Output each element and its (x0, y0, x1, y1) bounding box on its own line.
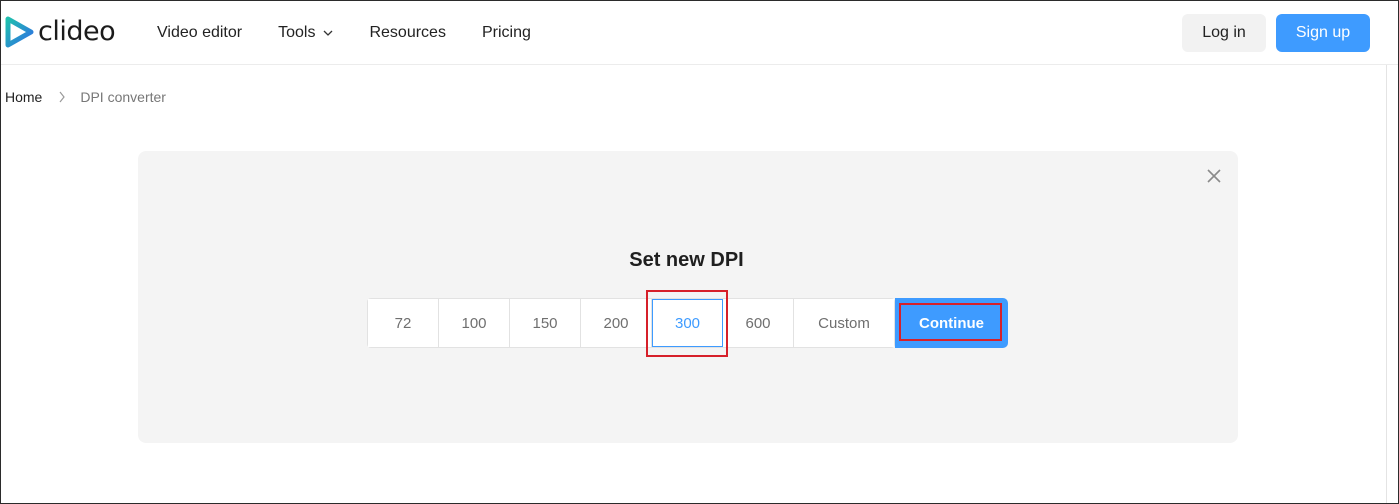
chevron-right-icon (58, 91, 66, 103)
nav-resources-label: Resources (369, 24, 446, 41)
clideo-logo-icon (5, 16, 34, 48)
breadcrumb-current: DPI converter (80, 89, 166, 105)
main-nav: Video editor Tools Resources Pricing (157, 1, 567, 65)
dpi-panel: Set new DPI 72 100 150 200 300 600 Custo… (138, 151, 1238, 443)
login-button[interactable]: Log in (1182, 14, 1266, 52)
close-icon[interactable] (1206, 168, 1222, 184)
dpi-option-100[interactable]: 100 (439, 299, 510, 347)
panel-title: Set new DPI (629, 249, 744, 271)
chevron-down-icon (324, 30, 333, 36)
dpi-option-custom[interactable]: Custom (794, 299, 894, 347)
continue-button[interactable]: Continue (895, 298, 1008, 348)
breadcrumb-home-link[interactable]: Home (5, 89, 42, 105)
signup-button[interactable]: Sign up (1276, 14, 1370, 52)
page-scrollbar[interactable] (1386, 65, 1398, 503)
dpi-option-300[interactable]: 300 (652, 299, 723, 347)
nav-pricing[interactable]: Pricing (482, 24, 531, 42)
dpi-option-600[interactable]: 600 (723, 299, 794, 347)
nav-tools[interactable]: Tools (278, 24, 333, 42)
dpi-option-200[interactable]: 200 (581, 299, 652, 347)
site-header: clideo Video editor Tools Resources Pric… (1, 1, 1398, 65)
dpi-option-150[interactable]: 150 (510, 299, 581, 347)
nav-pricing-label: Pricing (481, 24, 531, 41)
dpi-options: 72 100 150 200 300 600 Custom (367, 298, 895, 348)
nav-resources[interactable]: Resources (369, 24, 445, 42)
breadcrumb: Home DPI converter (5, 89, 166, 105)
nav-tools-label: Tools (278, 24, 316, 41)
nav-video-editor-label: Video editor (157, 24, 243, 41)
dpi-option-72[interactable]: 72 (368, 299, 439, 347)
nav-video-editor[interactable]: Video editor (157, 24, 242, 42)
logo-text: clideo (38, 16, 116, 47)
clideo-logo[interactable]: clideo (4, 16, 116, 48)
